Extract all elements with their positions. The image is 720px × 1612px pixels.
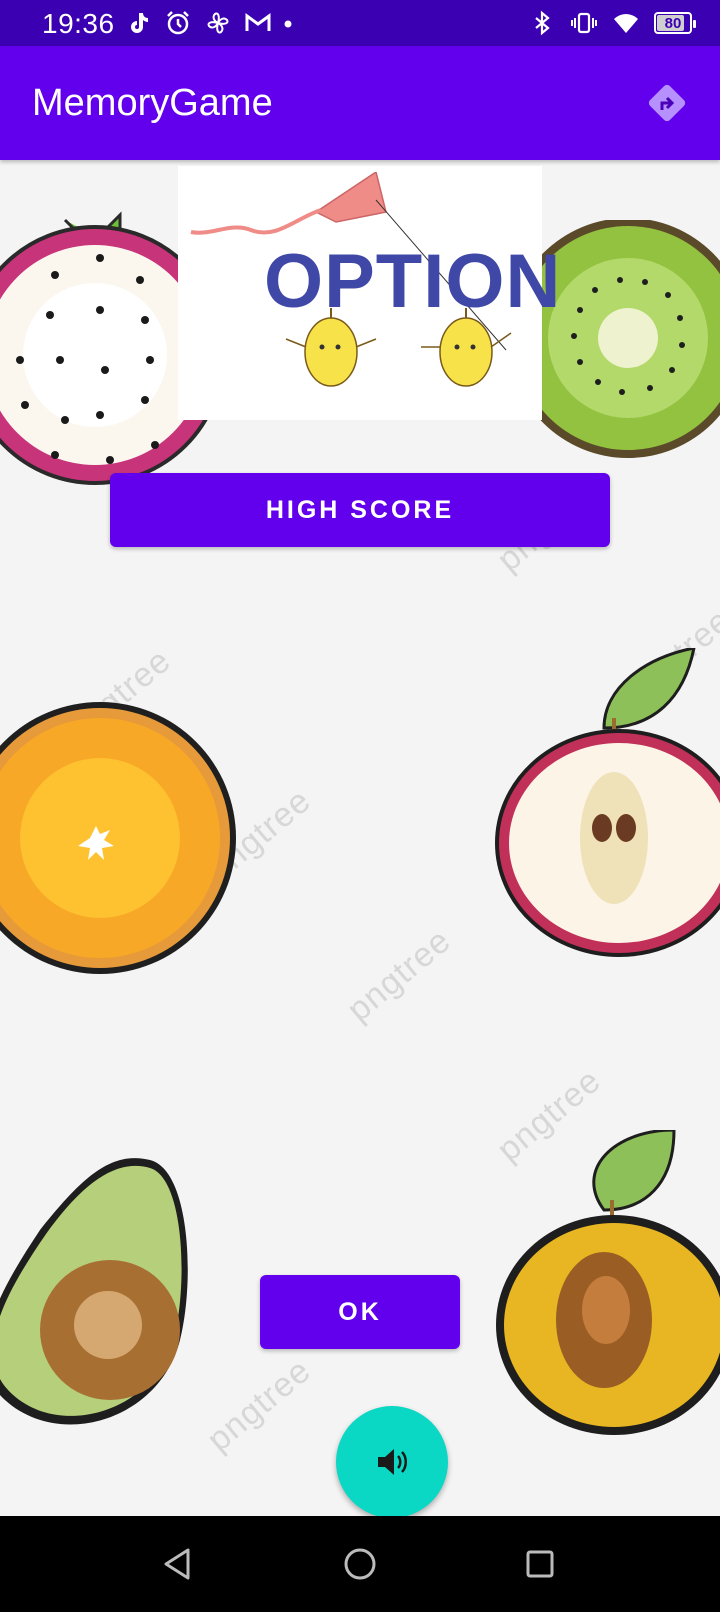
main-content: pngtree pngtree pngtree pngtree pngtree … — [0, 160, 720, 1516]
ok-button[interactable]: OK — [260, 1275, 460, 1349]
sound-toggle-button[interactable] — [336, 1406, 448, 1516]
vibrate-icon — [571, 12, 597, 34]
battery-icon: 80 — [654, 12, 696, 34]
high-score-button-label: HIGH SCORE — [265, 495, 455, 524]
back-icon[interactable] — [158, 1544, 198, 1584]
dot-icon — [284, 20, 292, 28]
alarm-icon — [167, 11, 189, 35]
status-time: 19:36 — [42, 8, 115, 39]
app-title: MemoryGame — [32, 82, 273, 124]
tiktok-icon — [131, 13, 148, 33]
recents-icon[interactable] — [520, 1544, 560, 1584]
pinwheel-icon — [207, 12, 229, 34]
apple-image — [495, 648, 720, 957]
watermark: pngtree — [340, 921, 459, 1030]
high-score-button[interactable]: HIGH SCORE — [110, 473, 610, 547]
option-title: OPTION — [264, 239, 562, 324]
ok-button-label: OK — [338, 1297, 382, 1326]
gmail-icon — [245, 13, 271, 31]
status-bar: 19:36 80 — [0, 0, 720, 46]
directions-icon[interactable] — [644, 80, 690, 126]
bluetooth-icon — [535, 10, 550, 36]
home-icon[interactable] — [340, 1544, 380, 1584]
volume-icon — [378, 1449, 407, 1475]
option-banner: OPTION — [178, 166, 560, 420]
orange-image — [0, 702, 236, 974]
apricot-image — [496, 1130, 720, 1435]
app-bar: MemoryGame — [0, 46, 720, 160]
wifi-icon — [614, 14, 638, 33]
avocado-image — [0, 1158, 188, 1425]
battery-level: 80 — [664, 14, 682, 32]
navigation-bar — [0, 1516, 720, 1612]
